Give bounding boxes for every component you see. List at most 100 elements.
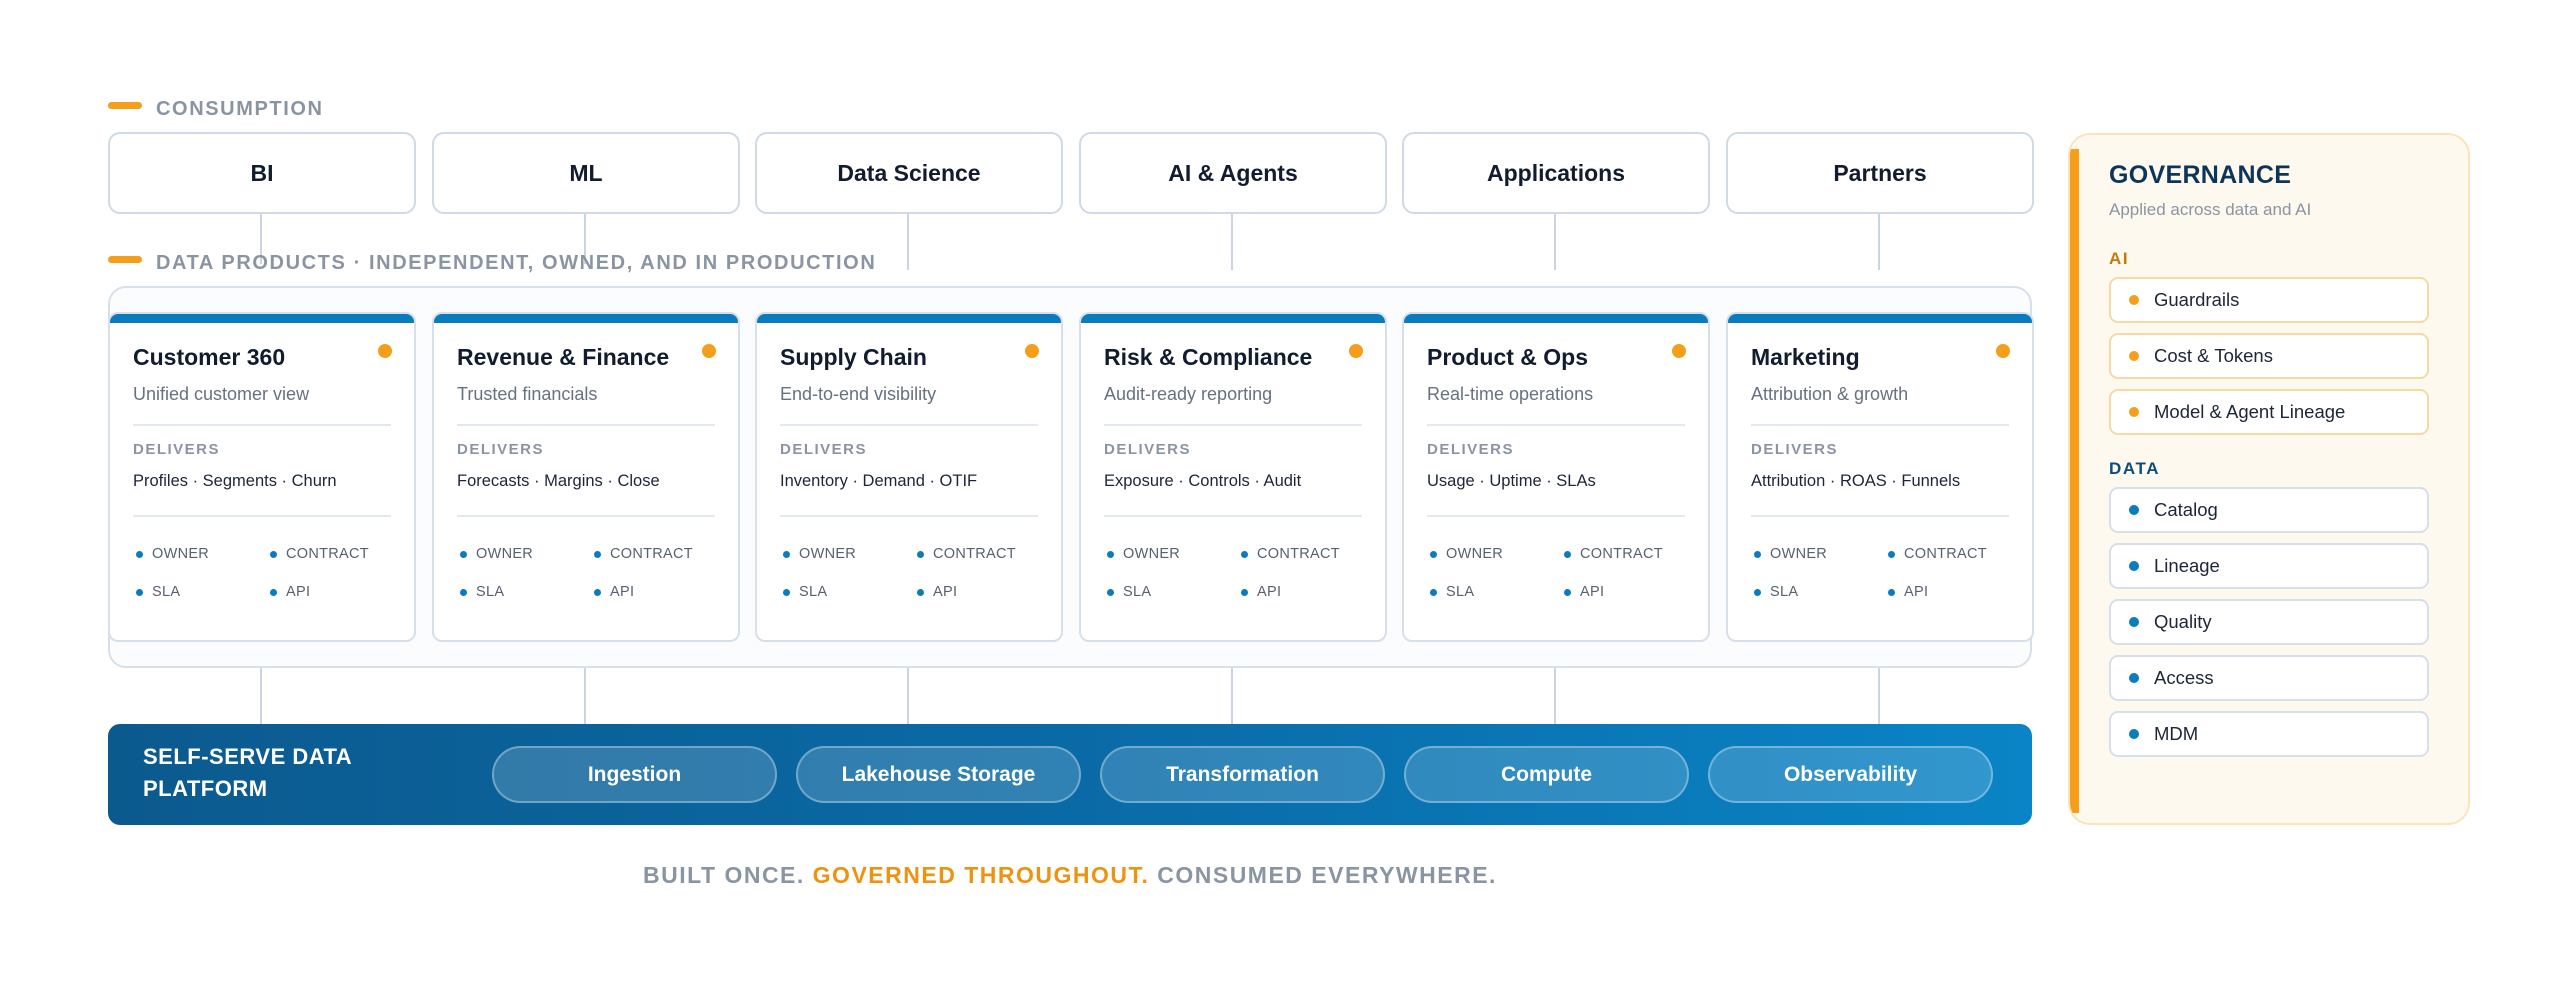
bullet-icon xyxy=(594,550,601,558)
self-serve-platform: SELF-SERVE DATA PLATFORM Ingestion Lakeh… xyxy=(108,724,2032,825)
card-accent-bar xyxy=(1728,314,2032,323)
tag-sla: SLA xyxy=(460,584,504,600)
status-dot-icon xyxy=(1672,344,1686,358)
governance-accent-bar xyxy=(2070,149,2079,813)
bullet-icon xyxy=(1564,588,1571,596)
bullet-icon xyxy=(270,588,277,596)
bullet-icon xyxy=(594,588,601,596)
bullet-icon xyxy=(1888,550,1895,558)
governance-item-guardrails[interactable]: Guardrails xyxy=(2109,277,2429,323)
governance-item-access[interactable]: Access xyxy=(2109,655,2429,701)
status-dot-icon xyxy=(1025,344,1039,358)
connector-line xyxy=(1554,214,1556,270)
divider xyxy=(1751,424,2009,426)
divider xyxy=(133,515,391,517)
platform-title: SELF-SERVE DATA PLATFORM xyxy=(143,744,352,801)
tag-api: API xyxy=(1564,584,1604,600)
governance-item-quality[interactable]: Quality xyxy=(2109,599,2429,645)
governance-item-model-agent-lineage[interactable]: Model & Agent Lineage xyxy=(2109,389,2429,435)
consumer-tile-ml[interactable]: ML xyxy=(432,132,740,214)
consumer-tile-data-science[interactable]: Data Science xyxy=(755,132,1063,214)
bullet-icon xyxy=(1107,550,1114,558)
tag-api: API xyxy=(270,584,310,600)
tag-api: API xyxy=(917,584,957,600)
product-card-product-ops[interactable]: Product & Ops Real-time operations DELIV… xyxy=(1402,312,1710,642)
bullet-icon xyxy=(1888,588,1895,596)
tag-api: API xyxy=(1241,584,1281,600)
divider xyxy=(780,515,1038,517)
divider xyxy=(1427,424,1685,426)
bullet-icon xyxy=(1241,588,1248,596)
product-title: Supply Chain xyxy=(780,344,927,370)
section-dash-icon xyxy=(108,102,142,109)
status-dot-icon xyxy=(1996,344,2010,358)
card-accent-bar xyxy=(434,314,738,323)
bullet-icon xyxy=(1754,550,1761,558)
governance-title: GOVERNANCE xyxy=(2109,161,2292,189)
bullet-icon xyxy=(1430,588,1437,596)
tag-owner: OWNER xyxy=(1107,546,1180,562)
connector-line xyxy=(907,214,909,270)
bullet-icon xyxy=(1564,550,1571,558)
tag-owner: OWNER xyxy=(460,546,533,562)
tag-sla: SLA xyxy=(1754,584,1798,600)
capability-lakehouse-storage[interactable]: Lakehouse Storage xyxy=(796,746,1081,803)
governance-item-lineage[interactable]: Lineage xyxy=(2109,543,2429,589)
consumer-tile-applications[interactable]: Applications xyxy=(1402,132,1710,214)
consumption-section-label: CONSUMPTION xyxy=(108,98,324,121)
data-products-section-label: DATA PRODUCTS · INDEPENDENT, OWNED, AND … xyxy=(108,252,876,275)
capability-ingestion[interactable]: Ingestion xyxy=(492,746,777,803)
product-subtitle: Unified customer view xyxy=(133,384,310,404)
divider xyxy=(457,424,715,426)
product-subtitle: Attribution & growth xyxy=(1751,384,1909,404)
delivers-label: DELIVERS xyxy=(133,441,221,458)
governance-item-mdm[interactable]: MDM xyxy=(2109,711,2429,757)
governance-ai-label: AI xyxy=(2109,249,2130,268)
connector-line xyxy=(1231,214,1233,270)
connector-line xyxy=(1878,214,1880,270)
bullet-icon xyxy=(783,588,790,596)
consumer-tile-bi[interactable]: BI xyxy=(108,132,416,214)
connector-line xyxy=(907,668,909,724)
tag-sla: SLA xyxy=(136,584,180,600)
governance-item-cost-tokens[interactable]: Cost & Tokens xyxy=(2109,333,2429,379)
capability-transformation[interactable]: Transformation xyxy=(1100,746,1385,803)
tag-owner: OWNER xyxy=(1430,546,1503,562)
product-card-revenue-finance[interactable]: Revenue & Finance Trusted financials DEL… xyxy=(432,312,740,642)
tag-contract: CONTRACT xyxy=(270,546,369,562)
capability-observability[interactable]: Observability xyxy=(1708,746,1993,803)
product-card-supply-chain[interactable]: Supply Chain End-to-end visibility DELIV… xyxy=(755,312,1063,642)
connector-line xyxy=(260,668,262,724)
bullet-icon xyxy=(460,588,467,596)
divider xyxy=(1427,515,1685,517)
bullet-icon xyxy=(2129,729,2139,739)
tag-sla: SLA xyxy=(783,584,827,600)
bullet-icon xyxy=(136,550,143,558)
governance-item-catalog[interactable]: Catalog xyxy=(2109,487,2429,533)
capability-compute[interactable]: Compute xyxy=(1404,746,1689,803)
tagline-part-1: BUILT ONCE. xyxy=(643,862,805,888)
delivers-items: Forecasts · Margins · Close xyxy=(457,472,660,490)
delivers-items: Inventory · Demand · OTIF xyxy=(780,472,978,490)
governance-subtitle: Applied across data and AI xyxy=(2109,200,2312,219)
delivers-label: DELIVERS xyxy=(457,441,545,458)
bullet-icon xyxy=(1754,588,1761,596)
consumer-tile-ai-agents[interactable]: AI & Agents xyxy=(1079,132,1387,214)
product-card-risk-compliance[interactable]: Risk & Compliance Audit-ready reporting … xyxy=(1079,312,1387,642)
tag-contract: CONTRACT xyxy=(917,546,1016,562)
status-dot-icon xyxy=(378,344,392,358)
bullet-icon xyxy=(2129,561,2139,571)
bullet-icon xyxy=(2129,351,2139,361)
tag-contract: CONTRACT xyxy=(1888,546,1987,562)
product-card-marketing[interactable]: Marketing Attribution & growth DELIVERS … xyxy=(1726,312,2034,642)
connector-line xyxy=(584,668,586,724)
consumer-tile-partners[interactable]: Partners xyxy=(1726,132,2034,214)
delivers-items: Attribution · ROAS · Funnels xyxy=(1751,472,1961,490)
product-subtitle: Audit-ready reporting xyxy=(1104,384,1273,404)
bullet-icon xyxy=(1241,550,1248,558)
product-card-customer-360[interactable]: Customer 360 Unified customer view DELIV… xyxy=(108,312,416,642)
governance-panel: GOVERNANCE Applied across data and AI AI… xyxy=(2068,133,2470,825)
tag-owner: OWNER xyxy=(783,546,856,562)
divider xyxy=(133,424,391,426)
bullet-icon xyxy=(1430,550,1437,558)
